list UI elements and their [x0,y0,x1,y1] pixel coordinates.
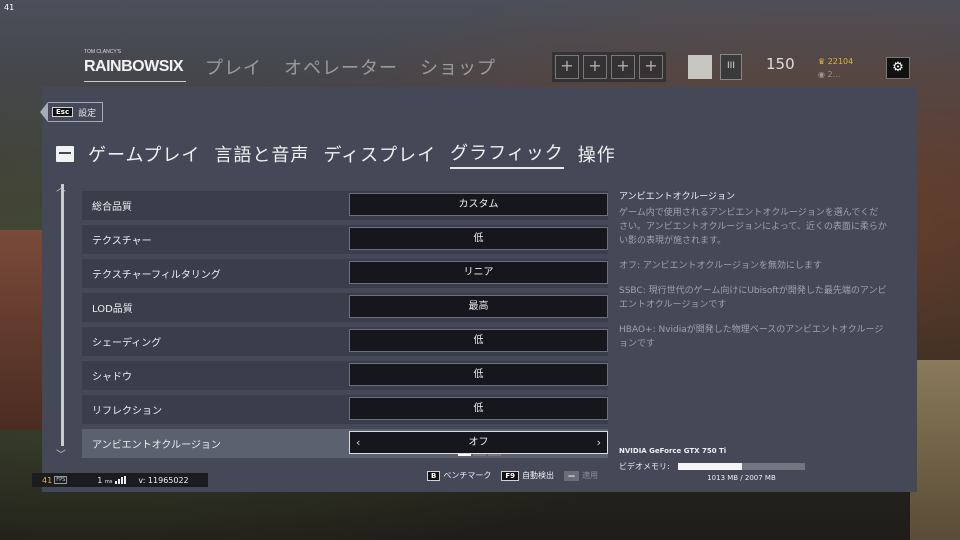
key-f9-icon: F9 [501,470,519,481]
player-level: 150 [766,55,795,73]
option-dot [473,454,486,456]
setting-row-reflection[interactable]: リフレクション 低 [82,395,608,424]
setting-value[interactable]: カスタム [349,193,608,216]
game-logo[interactable]: TOM CLANCY'S RAINBOWSIX SIEGE [84,49,186,103]
tab-language-audio[interactable]: 言語と音声 [214,141,309,167]
tab-graphics[interactable]: グラフィック [450,139,564,169]
setting-label: テクスチャー [92,236,152,247]
setting-value[interactable]: リニア [349,261,608,284]
vram-bar [678,463,805,470]
performance-overlay: 41 FPS 1 ms v: 11965022 [32,473,208,487]
key-b-icon: B [427,470,441,481]
tab-controls[interactable]: 操作 [578,141,616,167]
setting-value[interactable]: 低 [349,363,608,386]
background-operator [910,360,960,540]
description-title: アンビエントオクルージョン [619,192,736,202]
scrollbar[interactable] [61,184,64,446]
description-text: SSBC: 現行世代のゲーム向けにUbisoftが開発した最先端のアンビエントオ… [619,286,887,310]
setting-row-texture[interactable]: テクスチャー 低 [82,225,608,254]
tab-display[interactable]: ディスプレイ [323,141,436,167]
main-nav: プレイ オペレーター ショップ [205,54,496,80]
setting-row-shading[interactable]: シェーディング 低 [82,327,608,356]
chevron-left-icon[interactable]: ‹ [356,432,360,453]
setting-row-ambient-occlusion[interactable]: アンビエントオクルージョン ‹ オフ › [82,429,608,458]
autodetect-button[interactable]: F9 自動検出 [501,470,554,481]
squad-invite-button[interactable]: + [555,55,579,79]
settings-list: 総合品質 カスタム テクスチャー 低 テクスチャーフィルタリング リニア LOD… [82,191,608,463]
description-text: HBAO+: Nvidiaが開発した物理ベースのアンビエントオクルージョンです [619,325,884,349]
back-arrow-icon [40,102,48,122]
description-text: オフ: アンビエントオクルージョンを無効にします [619,261,822,271]
vram-usage: 1013 MB / 2007 MB [707,474,776,482]
settings-panel: Esc 設定 ゲームプレイ 言語と音声 ディスプレイ グラフィック 操作 ︿ ﹀… [40,87,917,492]
back-button[interactable]: Esc 設定 [40,102,104,122]
setting-label: リフレクション [92,406,162,417]
setting-row-shadow[interactable]: シャドウ 低 [82,361,608,390]
setting-value[interactable]: 低 [349,397,608,420]
description-text: ゲーム内で使用されるアンビエントオクルージョンを選んでください。アンビエントオク… [619,208,887,246]
vram-label: ビデオメモリ: [619,462,670,471]
gear-icon[interactable]: ⚙ [886,57,910,79]
setting-label: LOD品質 [92,304,133,315]
squad-slots: + + + + [552,52,666,82]
nav-shop[interactable]: ショップ [420,54,496,80]
setting-value[interactable]: 最高 [349,295,608,318]
signal-icon [115,476,127,484]
keyboard-icon [56,146,74,162]
setting-label: テクスチャーフィルタリング [92,270,221,281]
action-buttons: B ベンチマーク F9 自動検出 — 適用 [427,470,598,481]
setting-value[interactable]: ‹ オフ › [349,431,608,456]
squad-invite-button[interactable]: + [583,55,607,79]
option-indicator [458,454,501,456]
tab-gameplay[interactable]: ゲームプレイ [88,141,200,167]
setting-label: 総合品質 [92,202,132,213]
apply-button[interactable]: — 適用 [564,470,598,481]
top-bar: TOM CLANCY'S RAINBOWSIX SIEGE プレイ オペレーター… [0,45,960,103]
setting-description: アンビエントオクルージョン ゲーム内で使用されるアンビエントオクルージョンを選ん… [619,190,887,362]
setting-row-overall-quality[interactable]: 総合品質 カスタム [82,191,608,220]
setting-label: シェーディング [92,338,162,349]
vram-bar-fill [678,463,743,470]
fps-overlay: 41 [4,3,15,12]
avatar[interactable] [688,55,712,79]
fps-value: 41 [42,475,53,485]
benchmark-button[interactable]: B ベンチマーク [427,470,491,481]
fps-tag: FPS [54,476,68,484]
setting-value[interactable]: 低 [349,227,608,250]
key-apply-icon: — [564,470,579,481]
setting-row-texture-filtering[interactable]: テクスチャーフィルタリング リニア [82,259,608,288]
option-dot [458,454,471,456]
back-label: 設定 [78,108,97,119]
nav-play[interactable]: プレイ [205,54,262,80]
renown-amount: ♛ 22104 [818,57,854,66]
chevron-right-icon[interactable]: › [597,432,601,453]
squad-invite-button[interactable]: + [611,55,635,79]
option-dot [488,454,501,456]
setting-value[interactable]: 低 [349,329,608,352]
scroll-down-icon[interactable]: ﹀ [56,446,66,461]
setting-row-lod-quality[interactable]: LOD品質 最高 [82,293,608,322]
credits-amount: ◉ 2... [818,70,841,79]
nav-operators[interactable]: オペレーター [284,54,398,80]
currency-display: ♛ 22104 ◉ 2... [818,55,853,81]
setting-label: アンビエントオクルージョン [92,440,221,451]
settings-tabs: ゲームプレイ 言語と音声 ディスプレイ グラフィック 操作 [56,139,616,169]
esc-key-icon: Esc [52,107,74,117]
setting-value-text: オフ [468,437,489,448]
setting-label: シャドウ [92,372,132,383]
squad-invite-button[interactable]: + [639,55,663,79]
version-text: v: 11965022 [138,475,189,485]
alpha-pack-icon[interactable]: III [720,54,742,80]
ping-value: 1 ms [97,475,113,485]
gpu-name: NVIDIA GeForce GTX 750 Ti [619,447,727,455]
